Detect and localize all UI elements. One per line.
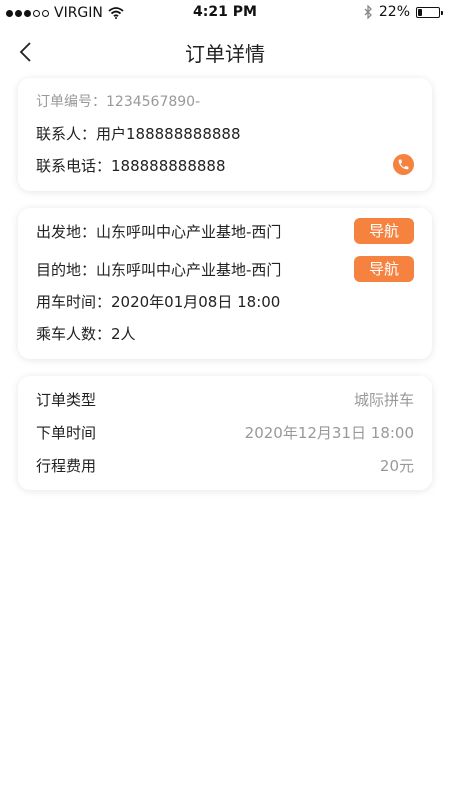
status-bar: VIRGIN 4:21 PM 22% (0, 0, 450, 26)
departure-row: 出发地：山东呼叫中心产业基地-西门 导航 (36, 218, 414, 244)
order-info-card: 订单类型 城际拼车 下单时间 2020年12月31日 18:00 行程费用 20… (18, 376, 432, 490)
phone-icon[interactable] (393, 154, 414, 175)
nav-bar: 订单详情 (0, 26, 450, 78)
battery-fill (418, 8, 422, 16)
destination-row: 目的地：山东呼叫中心产业基地-西门 导航 (36, 256, 414, 282)
order-type-row: 订单类型 城际拼车 (36, 390, 414, 410)
ride-time: 用车时间：2020年01月08日 18:00 (36, 293, 281, 311)
bluetooth-icon (364, 5, 372, 19)
departure-navigate-button[interactable]: 导航 (354, 218, 414, 244)
trip-fee-row: 行程费用 20元 (36, 456, 414, 476)
destination-navigate-button[interactable]: 导航 (354, 256, 414, 282)
battery-icon (416, 6, 443, 18)
battery-percent: 22% (378, 4, 410, 20)
page-title: 订单详情 (185, 42, 265, 66)
order-time-label: 下单时间 (36, 424, 97, 442)
status-right: 22% (364, 4, 443, 20)
trip-fee-label: 行程费用 (36, 457, 97, 475)
contact-phone-row: 联系电话：188888888888 (36, 154, 414, 176)
order-type-value: 城际拼车 (353, 391, 414, 409)
route-card: 出发地：山东呼叫中心产业基地-西门 导航 目的地：山东呼叫中心产业基地-西门 导… (18, 208, 432, 359)
passenger-count: 乘车人数：2人 (36, 325, 136, 343)
order-time-row: 下单时间 2020年12月31日 18:00 (36, 423, 414, 443)
contact-person: 联系人：用户188888888888 (36, 125, 241, 143)
destination: 目的地：山东呼叫中心产业基地-西门 (36, 261, 282, 279)
order-time-value: 2020年12月31日 18:00 (244, 424, 414, 442)
contact-card: 订单编号：1234567890- 联系人：用户188888888888 联系电话… (18, 78, 432, 191)
order-number: 订单编号：1234567890- (36, 94, 201, 110)
departure: 出发地：山东呼叫中心产业基地-西门 (36, 223, 282, 241)
contact-phone: 联系电话：188888888888 (36, 157, 226, 175)
order-type-label: 订单类型 (36, 391, 97, 409)
trip-fee-value: 20元 (379, 457, 414, 475)
